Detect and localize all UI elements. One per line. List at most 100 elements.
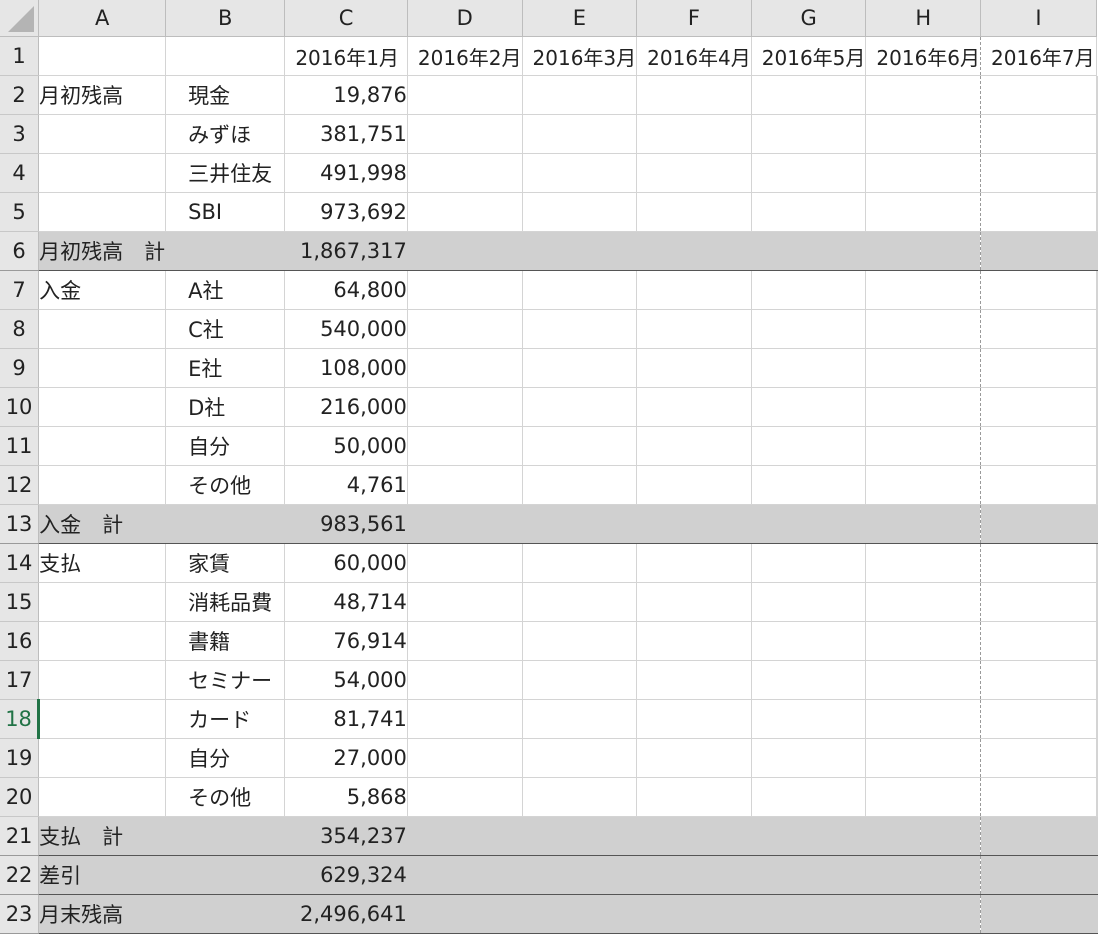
cell[interactable] <box>1096 270 1098 310</box>
cell[interactable] <box>865 309 982 349</box>
cell[interactable]: 消耗品費 <box>165 582 286 622</box>
cell[interactable] <box>865 465 982 505</box>
cell[interactable] <box>407 738 523 778</box>
row-header[interactable]: 10 <box>0 387 40 427</box>
cell[interactable] <box>165 855 286 895</box>
row-header[interactable]: 7 <box>0 270 40 310</box>
cell[interactable]: D社 <box>165 387 286 427</box>
row-header[interactable]: 3 <box>0 114 40 154</box>
cell[interactable] <box>980 816 1097 856</box>
cell[interactable] <box>38 582 167 622</box>
cell[interactable] <box>407 816 523 856</box>
cell[interactable] <box>636 465 752 505</box>
cell[interactable] <box>1096 621 1098 661</box>
cell[interactable]: 月初残高 <box>38 75 167 115</box>
cell[interactable] <box>636 543 752 583</box>
month-header-cell[interactable]: 2016年4月 <box>636 36 752 76</box>
cell[interactable] <box>980 855 1097 895</box>
total-label-cell[interactable]: 月初残高 計 <box>38 231 167 271</box>
cell[interactable] <box>1096 660 1098 700</box>
cell[interactable] <box>1096 699 1098 739</box>
cell[interactable] <box>980 309 1097 349</box>
row-header[interactable]: 6 <box>0 231 40 271</box>
cell[interactable] <box>636 309 752 349</box>
cell[interactable] <box>751 348 867 388</box>
cell[interactable] <box>980 348 1097 388</box>
cell[interactable] <box>522 231 638 271</box>
cell[interactable] <box>38 387 167 427</box>
cell[interactable] <box>865 192 982 232</box>
cell[interactable] <box>165 504 286 544</box>
month-header-cell[interactable]: 2016年6月 <box>865 36 982 76</box>
cell[interactable] <box>980 894 1097 934</box>
cell[interactable] <box>636 231 752 271</box>
cell[interactable] <box>522 816 638 856</box>
total-value-cell[interactable]: 1,867,317 <box>284 231 408 271</box>
cell[interactable] <box>38 660 167 700</box>
cell[interactable] <box>636 75 752 115</box>
cell[interactable] <box>636 504 752 544</box>
cell[interactable] <box>980 387 1097 427</box>
cell[interactable] <box>407 543 523 583</box>
cell[interactable] <box>407 699 523 739</box>
month-header-cell[interactable]: 2016年2月 <box>407 36 523 76</box>
cell[interactable] <box>865 75 982 115</box>
row-header[interactable]: 5 <box>0 192 40 232</box>
cell[interactable]: 支払 <box>38 543 167 583</box>
cell[interactable] <box>751 114 867 154</box>
cell[interactable] <box>38 114 167 154</box>
cell[interactable] <box>1096 192 1098 232</box>
cell[interactable] <box>1096 309 1098 349</box>
cell[interactable] <box>636 777 752 817</box>
row-header[interactable]: 16 <box>0 621 40 661</box>
cell[interactable] <box>865 582 982 622</box>
cell[interactable] <box>1096 738 1098 778</box>
amount-cell[interactable]: 54,000 <box>284 660 408 700</box>
row-header[interactable]: 2 <box>0 75 40 115</box>
cell[interactable] <box>980 777 1097 817</box>
cell[interactable] <box>1096 426 1098 466</box>
column-header-f[interactable]: F <box>636 0 752 37</box>
cell[interactable] <box>1096 348 1098 388</box>
total-value-cell[interactable]: 629,324 <box>284 855 408 895</box>
amount-cell[interactable]: 64,800 <box>284 270 408 310</box>
amount-cell[interactable]: 5,868 <box>284 777 408 817</box>
cell[interactable] <box>636 699 752 739</box>
cell[interactable] <box>1096 387 1098 427</box>
total-label-cell[interactable]: 差引 <box>38 855 167 895</box>
total-label-cell[interactable]: 入金 計 <box>38 504 167 544</box>
cell[interactable]: 自分 <box>165 738 286 778</box>
cell[interactable] <box>751 660 867 700</box>
cell[interactable] <box>751 75 867 115</box>
column-header-e[interactable]: E <box>522 0 638 37</box>
cell[interactable] <box>751 426 867 466</box>
cell[interactable] <box>751 699 867 739</box>
total-label-cell[interactable]: 支払 計 <box>38 816 167 856</box>
cell[interactable] <box>407 309 523 349</box>
cell[interactable] <box>407 504 523 544</box>
cell[interactable] <box>636 192 752 232</box>
cell[interactable]: その他 <box>165 777 286 817</box>
cell[interactable] <box>1096 465 1098 505</box>
row-header[interactable]: 4 <box>0 153 40 193</box>
cell[interactable] <box>165 894 286 934</box>
cell[interactable] <box>751 231 867 271</box>
cell[interactable] <box>980 270 1097 310</box>
cell[interactable] <box>636 582 752 622</box>
amount-cell[interactable]: 60,000 <box>284 543 408 583</box>
cell[interactable] <box>865 816 982 856</box>
cell[interactable] <box>407 582 523 622</box>
cell[interactable] <box>522 387 638 427</box>
cell[interactable] <box>522 699 638 739</box>
cell[interactable] <box>407 231 523 271</box>
cell[interactable]: E社 <box>165 348 286 388</box>
cell[interactable] <box>38 348 167 388</box>
cell[interactable] <box>407 465 523 505</box>
cell[interactable] <box>636 816 752 856</box>
amount-cell[interactable]: 216,000 <box>284 387 408 427</box>
cell[interactable] <box>636 387 752 427</box>
cell[interactable]: 三井住友 <box>165 153 286 193</box>
cell[interactable] <box>751 309 867 349</box>
cell[interactable] <box>522 270 638 310</box>
cell[interactable] <box>751 582 867 622</box>
